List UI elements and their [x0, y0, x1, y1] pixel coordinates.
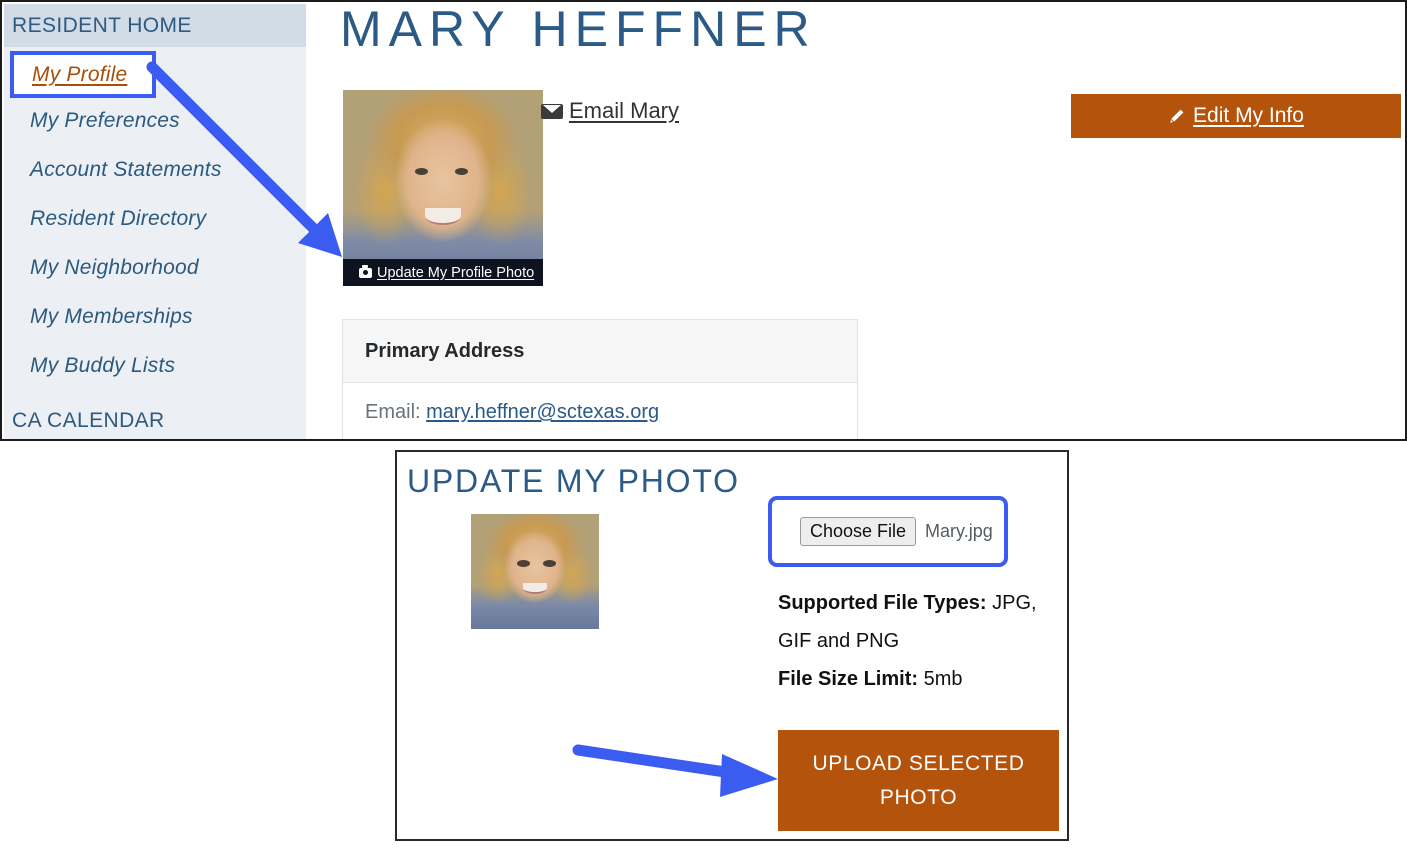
main-content: MARY HEFFNER Update My Profile Photo Ema…: [306, 2, 1403, 439]
sidebar-item-my-neighborhood[interactable]: My Neighborhood: [4, 243, 306, 292]
sidebar-item-my-preferences[interactable]: My Preferences: [4, 96, 306, 145]
page-title: MARY HEFFNER: [340, 1, 817, 57]
selected-file-name: Mary.jpg: [925, 521, 993, 541]
resident-home-screenshot: RESIDENT HOME My Profile My Preferences …: [0, 0, 1407, 441]
choose-file-button[interactable]: Choose File: [800, 517, 917, 546]
annotation-highlight-choose-file: Choose File Mary.jpg: [768, 496, 1008, 567]
modal-title: UPDATE MY PHOTO: [407, 463, 740, 499]
supported-file-types-label: Supported File Types:: [778, 592, 987, 614]
supported-file-types-text: Supported File Types: JPG, GIF and PNG: [778, 584, 1048, 660]
sidebar-item-label: Account Statements: [30, 157, 222, 181]
sidebar-item-my-profile[interactable]: My Profile: [14, 55, 152, 94]
sidebar-item-account-statements[interactable]: Account Statements: [4, 145, 306, 194]
primary-address-card-header: Primary Address: [343, 320, 857, 383]
profile-photo[interactable]: Update My Profile Photo: [343, 90, 543, 286]
primary-address-card: Primary Address Email: mary.heffner@scte…: [342, 319, 858, 439]
camera-icon: [359, 265, 372, 278]
sidebar-section-header: RESIDENT HOME: [4, 4, 306, 47]
email-address-link[interactable]: mary.heffner@sctexas.org: [426, 401, 659, 423]
edit-my-info-button[interactable]: Edit My Info: [1071, 94, 1401, 138]
modal-avatar-preview: [471, 514, 599, 629]
email-mary-link[interactable]: Email Mary: [541, 98, 679, 124]
sidebar-section-label-ca-calendar[interactable]: CA CALENDAR: [12, 409, 165, 433]
sidebar-item-resident-directory[interactable]: Resident Directory: [4, 194, 306, 243]
file-size-limit-label: File Size Limit:: [778, 668, 919, 690]
update-my-photo-modal-screenshot: UPDATE MY PHOTO Choose File Mary.jpg Sup…: [395, 450, 1069, 841]
avatar: [471, 514, 599, 629]
sidebar-item-my-buddy-lists[interactable]: My Buddy Lists: [4, 341, 306, 390]
annotation-highlight-my-profile: My Profile: [10, 51, 156, 98]
upload-selected-photo-button[interactable]: UPLOAD SELECTED PHOTO: [778, 730, 1059, 831]
update-profile-photo-label: Update My Profile Photo: [377, 264, 535, 281]
email-field-label: Email:: [365, 401, 421, 423]
sidebar-item-label: My Profile: [32, 62, 128, 86]
primary-address-card-body: Email: mary.heffner@sctexas.org: [343, 383, 857, 424]
sidebar-section-label: RESIDENT HOME: [12, 13, 192, 37]
sidebar-item-label: My Neighborhood: [30, 255, 199, 279]
file-size-limit-text: File Size Limit: 5mb: [778, 660, 1048, 698]
pencil-icon: [1168, 108, 1185, 125]
sidebar-item-label: My Memberships: [30, 304, 193, 328]
update-profile-photo-link[interactable]: Update My Profile Photo: [343, 259, 543, 286]
sidebar-item-my-memberships[interactable]: My Memberships: [4, 292, 306, 341]
avatar: [343, 90, 543, 286]
envelope-icon: [541, 103, 563, 119]
file-size-limit-value: 5mb: [918, 668, 963, 690]
email-mary-label: Email Mary: [569, 98, 680, 123]
sidebar-item-label: My Buddy Lists: [30, 353, 176, 377]
sidebar-item-label: My Preferences: [30, 108, 180, 132]
edit-my-info-label: Edit My Info: [1193, 104, 1304, 127]
primary-address-title: Primary Address: [365, 339, 525, 362]
sidebar-item-label: Resident Directory: [30, 206, 207, 230]
